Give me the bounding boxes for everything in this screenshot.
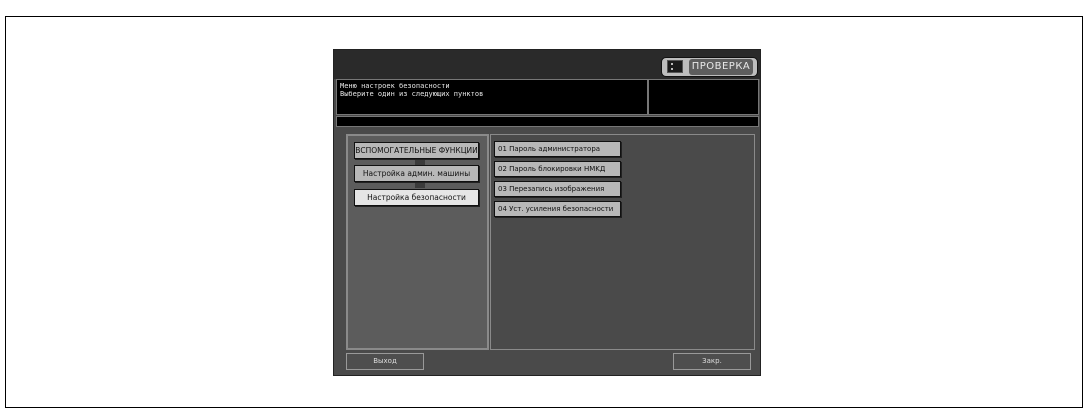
message-side-box bbox=[648, 79, 759, 115]
message-line-1: Меню настроек безопасности bbox=[340, 82, 450, 90]
check-button-label: ПРОВЕРКА bbox=[689, 59, 753, 75]
nav-item-support-functions[interactable]: ВСПОМОГАТЕЛЬНЫЕ ФУНКЦИИ bbox=[354, 142, 479, 159]
nav-connector bbox=[415, 158, 425, 165]
check-button[interactable]: ПРОВЕРКА bbox=[661, 57, 758, 77]
nav-connector bbox=[415, 181, 425, 188]
message-box: Меню настроек безопасности Выберите один… bbox=[336, 79, 648, 115]
menu-item-admin-password[interactable]: 01 Пароль администратора bbox=[494, 141, 621, 157]
menu-item-image-overwrite[interactable]: 03 Перезапись изображения bbox=[494, 181, 621, 197]
nav-item-machine-admin-settings[interactable]: Настройка админ. машины bbox=[354, 165, 479, 182]
menu-item-hdd-lock-password[interactable]: 02 Пароль блокировки HMKД bbox=[494, 161, 621, 177]
message-line-2: Выберите один из следующих пунктов bbox=[340, 90, 484, 98]
menu-panel: 01 Пароль администратора 02 Пароль блоки… bbox=[490, 134, 755, 350]
close-button[interactable]: Закр. bbox=[673, 353, 751, 370]
nav-panel: ВСПОМОГАТЕЛЬНЫЕ ФУНКЦИИ Настройка админ.… bbox=[346, 134, 489, 350]
nav-item-security-settings[interactable]: Настройка безопасности bbox=[354, 189, 479, 206]
menu-item-security-enhancement[interactable]: 04 Уст. усиления безопасности bbox=[494, 201, 621, 217]
control-panel-screen: ПРОВЕРКА Меню настроек безопасности Выбе… bbox=[333, 49, 761, 376]
check-icon bbox=[667, 60, 683, 73]
status-bar bbox=[336, 116, 759, 127]
exit-button[interactable]: Выход bbox=[346, 353, 424, 370]
top-bar: ПРОВЕРКА bbox=[334, 50, 760, 79]
